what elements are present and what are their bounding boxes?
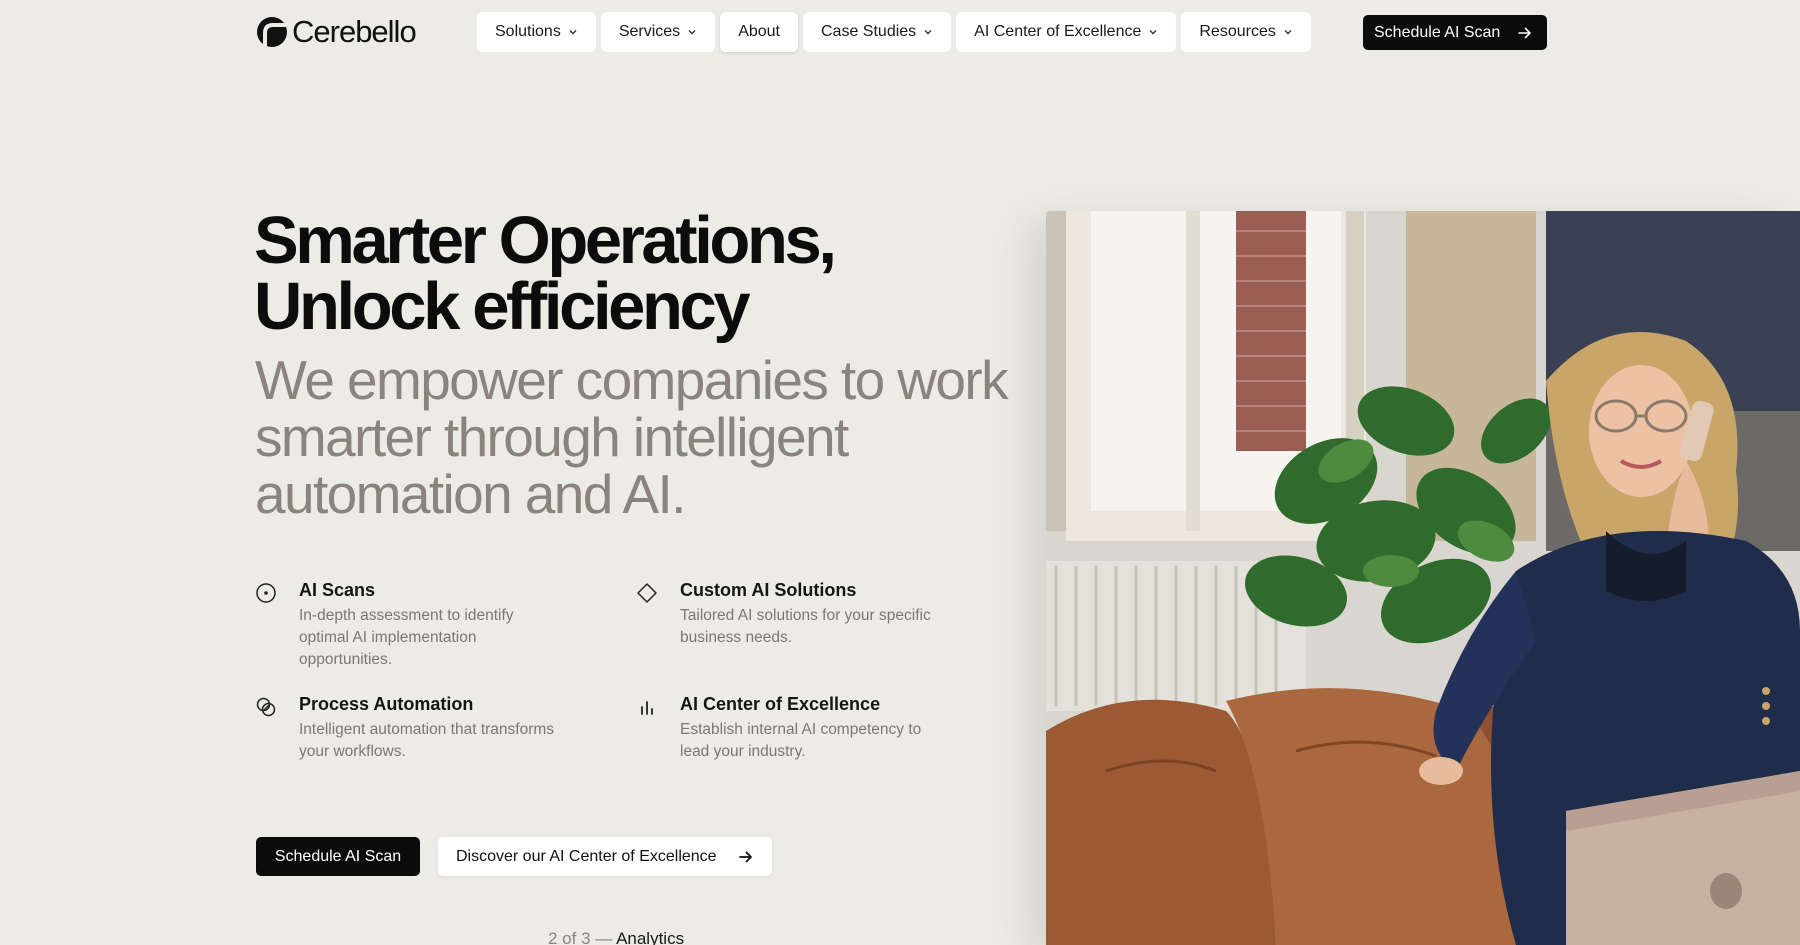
hero-subheading: We empower companies to work smarter thr… xyxy=(255,349,1009,525)
arrow-right-icon xyxy=(739,851,752,862)
nav-item-label: About xyxy=(738,23,780,40)
feature-title: Custom AI Solutions xyxy=(680,580,857,600)
feature-title: AI Center of Excellence xyxy=(680,694,881,714)
feature-description: Establish internal AI competency to lead… xyxy=(680,721,922,760)
nav-item-ai-center-of-excellence[interactable]: AI Center of Excellence xyxy=(956,12,1177,52)
arrow-right-icon xyxy=(1518,27,1531,38)
schedule-ai-scan-button[interactable]: Schedule AI Scan xyxy=(256,837,420,876)
feature-description: Tailored AI solutions for your specific … xyxy=(680,607,931,646)
bar-chart-icon xyxy=(641,701,653,715)
nav-item-about[interactable]: About xyxy=(720,12,798,52)
hero-headline: Smarter Operations, Unlock efficiency xyxy=(254,207,1014,340)
nav-item-solutions[interactable]: Solutions xyxy=(477,12,596,52)
chevron-down-icon xyxy=(569,30,577,35)
hero-headline-line-1: Smarter Operations, xyxy=(254,203,837,278)
discover-ai-center-button[interactable]: Discover our AI Center of Excellence xyxy=(438,837,772,876)
chevron-down-icon xyxy=(1284,30,1292,35)
nav-item-case-studies[interactable]: Case Studies xyxy=(803,12,952,52)
feature-list: AI Scans In-depth assessment to identify… xyxy=(255,578,955,788)
diamond-icon xyxy=(637,583,657,603)
button-label: Schedule AI Scan xyxy=(274,847,402,865)
feature-title: AI Scans xyxy=(299,580,376,600)
hero-photo-illustration xyxy=(1046,211,1800,945)
chevron-down-icon xyxy=(924,30,932,35)
target-icon xyxy=(256,583,276,603)
nav-item-label: Case Studies xyxy=(821,23,917,40)
nav-item-resources[interactable]: Resources xyxy=(1181,12,1311,52)
feature-description: Intelligent automation that transforms y… xyxy=(299,721,555,760)
chevron-down-icon xyxy=(1149,30,1157,35)
brand-name: Cerebello xyxy=(292,14,417,49)
top-navigation: Cerebello Solutions Services About Case … xyxy=(0,0,1800,64)
nav-item-label: Resources xyxy=(1199,23,1276,40)
slide-position: 2 of 3 — xyxy=(548,929,613,945)
slide-indicator: 2 of 3 — Analytics xyxy=(548,929,684,945)
main-menu: Solutions Services About Case Studies AI… xyxy=(477,12,1311,52)
brand-logo[interactable]: Cerebello xyxy=(256,14,417,50)
slide-label: Analytics xyxy=(616,929,685,945)
chevron-down-icon xyxy=(688,30,696,35)
linked-circles-icon xyxy=(256,697,276,717)
feature-title: Process Automation xyxy=(299,694,474,714)
cerebello-logo-icon xyxy=(257,17,287,47)
nav-item-label: Solutions xyxy=(495,23,561,40)
feature-description: In-depth assessment to identify optimal … xyxy=(299,607,514,668)
nav-item-services[interactable]: Services xyxy=(600,12,716,52)
nav-cta-label: Schedule AI Scan xyxy=(1374,23,1501,41)
hero-photo xyxy=(1046,211,1800,945)
hero-headline-line-2: Unlock efficiency xyxy=(254,269,751,344)
button-label: Discover our AI Center of Excellence xyxy=(456,847,717,865)
nav-item-label: Services xyxy=(618,23,681,40)
nav-item-label: AI Center of Excellence xyxy=(974,23,1142,40)
schedule-ai-scan-nav-button[interactable]: Schedule AI Scan xyxy=(1363,15,1547,50)
